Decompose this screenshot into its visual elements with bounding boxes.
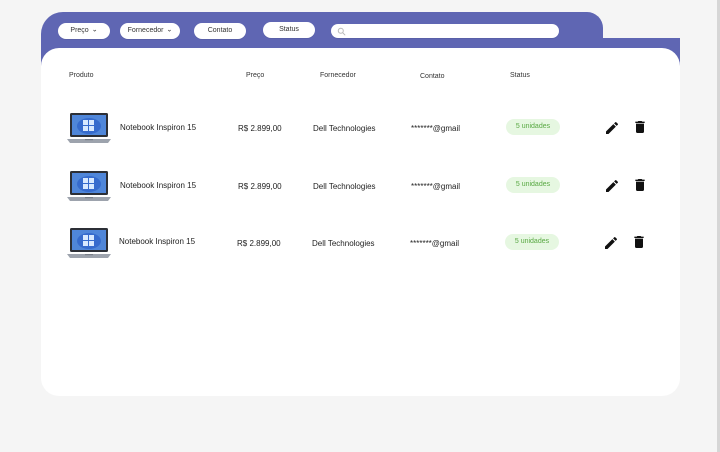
header-contact: Contato <box>420 73 445 80</box>
row-supplier: Dell Technologies <box>312 239 375 248</box>
header-product: Produto <box>69 72 94 79</box>
table-row[interactable]: Notebook Inspiron 15 R$ 2.899,00 Dell Te… <box>41 227 680 265</box>
chevron-down-icon: ⌄ <box>91 26 98 34</box>
pencil-icon[interactable] <box>604 120 620 136</box>
status-badge: 5 unidades <box>505 234 559 250</box>
pencil-icon[interactable] <box>604 178 620 194</box>
row-contact: *******@gmail <box>410 239 460 248</box>
filter-contact-label: Contato <box>207 27 233 34</box>
products-card: Preço ⌄ Fornecedor ⌄ Contato Status Produt… <box>41 12 694 396</box>
header-supplier: Fornecedor <box>320 72 356 79</box>
filter-contact-button[interactable]: Contato <box>194 23 246 39</box>
search-icon <box>337 27 346 36</box>
status-badge: 5 unidades <box>506 177 560 193</box>
search-input[interactable] <box>347 24 557 40</box>
filter-price-label: Preço <box>70 27 89 34</box>
trash-icon[interactable] <box>631 234 647 250</box>
filter-supplier-label: Fornecedor <box>127 27 164 34</box>
row-supplier: Dell Technologies <box>313 182 376 191</box>
chevron-down-icon: ⌄ <box>166 26 173 34</box>
trash-icon[interactable] <box>632 119 648 135</box>
row-price: R$ 2.899,00 <box>237 239 281 248</box>
table-card: Produto Preço Fornecedor Contato Status … <box>41 48 680 396</box>
filter-status-button[interactable]: Status <box>263 22 315 38</box>
row-contact: *******@gmail <box>411 124 461 133</box>
laptop-thumbnail <box>67 228 111 258</box>
header-price: Preço <box>246 72 265 79</box>
row-supplier: Dell Technologies <box>313 124 376 133</box>
filter-status-label: Status <box>279 26 299 33</box>
laptop-thumbnail <box>67 113 111 143</box>
table-row[interactable]: Notebook Inspiron 15 R$ 2.899,00 Dell Te… <box>41 170 680 208</box>
folder-step <box>563 12 603 40</box>
filter-supplier-dropdown[interactable]: Fornecedor ⌄ <box>120 23 180 39</box>
header-status: Status <box>510 72 530 79</box>
status-badge: 5 unidades <box>506 119 560 135</box>
row-product-name: Notebook Inspiron 15 <box>120 181 197 190</box>
row-product-name: Notebook Inspiron 15 <box>119 237 196 246</box>
pencil-icon[interactable] <box>603 235 619 251</box>
row-price: R$ 2.899,00 <box>238 182 282 191</box>
trash-icon[interactable] <box>632 177 648 193</box>
table-row[interactable]: Notebook Inspiron 15 R$ 2.899,00 Dell Te… <box>41 112 680 150</box>
row-price: R$ 2.899,00 <box>238 124 282 133</box>
search-box[interactable] <box>331 24 559 40</box>
row-product-name: Notebook Inspiron 15 <box>120 123 197 132</box>
laptop-thumbnail <box>67 171 111 201</box>
filter-price-dropdown[interactable]: Preço ⌄ <box>58 23 110 39</box>
row-contact: *******@gmail <box>411 182 461 191</box>
